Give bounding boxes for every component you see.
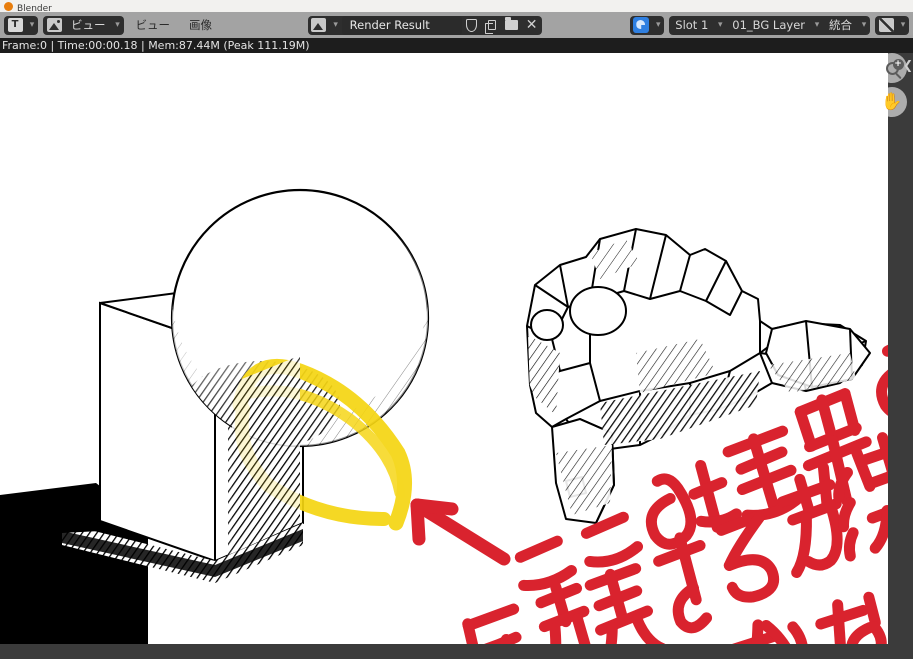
pan-hand-icon[interactable]: ✋ <box>877 87 907 117</box>
annotation-arrow <box>410 498 511 566</box>
alpha-mode-dropdown[interactable]: ▾ <box>875 15 909 35</box>
display-mode-label: ビュー <box>71 17 106 32</box>
render-pass-label[interactable]: 統合 <box>823 16 858 35</box>
render-pass-group[interactable]: Slot 1 ▾ 01_BG Layer ▾ 統合 ▾ <box>669 15 870 35</box>
chevron-down-icon: ▾ <box>115 19 120 30</box>
editor-type-dropdown[interactable]: ▾ <box>4 15 38 35</box>
status-bar <box>0 644 913 659</box>
render-slot-group[interactable]: ▾ <box>630 15 665 35</box>
chevron-down-icon: ▾ <box>29 19 35 30</box>
image-datablock-selector[interactable]: ▾ Render Result ✕ <box>307 15 542 35</box>
image-canvas-area[interactable]: + ✋ ❮ <box>0 53 913 659</box>
window-titlebar: Blender <box>0 0 913 12</box>
chevron-down-icon: ▾ <box>656 19 661 30</box>
image-name-field[interactable]: Render Result <box>341 15 462 35</box>
blender-logo-icon <box>4 2 13 11</box>
skull-rock-object <box>526 228 871 524</box>
fake-user-icon[interactable] <box>462 16 482 35</box>
image-alpha-icon <box>875 16 897 35</box>
blender-window: Blender ▾ ビュー ▾ ビュー 画像 ▾ Render Result <box>0 0 913 659</box>
image-browse-icon[interactable] <box>308 16 330 35</box>
chevron-down-icon: ▾ <box>900 19 906 30</box>
menu-image[interactable]: 画像 <box>182 16 219 35</box>
sidebar-toggle-icon[interactable]: ❮ <box>903 59 913 71</box>
image-icon <box>43 16 65 35</box>
window-title: Blender <box>17 4 52 13</box>
view-layer-label[interactable]: 01_BG Layer <box>726 16 811 35</box>
unlink-image-icon[interactable]: ✕ <box>522 16 542 35</box>
menu-view[interactable]: ビュー <box>129 16 178 35</box>
render-info-bar: Frame:0 | Time:00:00.18 | Mem:87.44M (Pe… <box>0 38 913 53</box>
render-slot-label[interactable]: Slot 1 <box>669 16 714 35</box>
chevron-down-icon: ▾ <box>861 19 867 30</box>
chevron-down-icon: ▾ <box>814 19 820 30</box>
render-slot-icon <box>630 16 652 35</box>
render-image[interactable] <box>0 53 888 644</box>
display-mode-dropdown[interactable]: ビュー ▾ <box>43 15 124 35</box>
open-image-icon[interactable] <box>502 16 522 35</box>
image-editor-icon <box>4 16 26 35</box>
chevron-down-icon: ▾ <box>333 19 338 30</box>
chevron-down-icon: ▾ <box>718 19 723 30</box>
image-editor-header: ▾ ビュー ▾ ビュー 画像 ▾ Render Result ✕ <box>0 12 913 38</box>
new-image-icon[interactable] <box>482 16 502 35</box>
